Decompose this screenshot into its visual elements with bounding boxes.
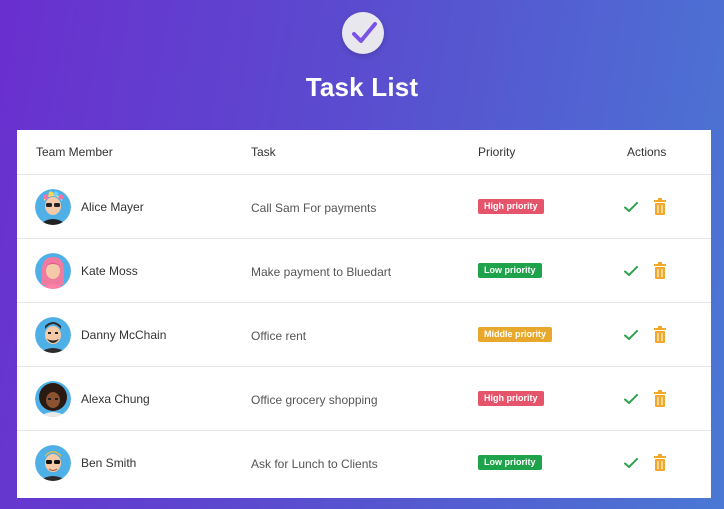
task-text: Office grocery shopping	[251, 393, 378, 407]
delete-icon[interactable]	[653, 198, 667, 215]
delete-icon[interactable]	[653, 262, 667, 279]
table-row: Alexa Chung Office grocery shopping High…	[17, 367, 711, 431]
avatar	[35, 189, 71, 225]
app-logo	[342, 12, 384, 54]
priority-badge: High priority	[478, 391, 544, 406]
delete-icon[interactable]	[653, 390, 667, 407]
task-table: Team Member Task Priority Actions Alice …	[17, 130, 711, 498]
table-row: Danny McChain Office rent Middle priorit…	[17, 303, 711, 367]
task-text: Call Sam For payments	[251, 201, 377, 215]
header-task: Task	[251, 145, 276, 159]
header-team-member: Team Member	[36, 145, 113, 159]
member-name: Alice Mayer	[81, 200, 144, 214]
priority-badge: High priority	[478, 199, 544, 214]
member-name: Kate Moss	[81, 264, 138, 278]
table-row: Ben Smith Ask for Lunch to Clients Low p…	[17, 431, 711, 495]
avatar	[35, 253, 71, 289]
avatar	[35, 381, 71, 417]
header-priority: Priority	[478, 145, 516, 159]
avatar	[35, 317, 71, 353]
check-circle-icon	[352, 22, 377, 43]
priority-badge: Low priority	[478, 263, 542, 278]
page-title: Task List	[305, 72, 419, 102]
delete-icon[interactable]	[653, 454, 667, 471]
complete-icon[interactable]	[623, 263, 639, 279]
member-name: Ben Smith	[81, 456, 137, 470]
table-header: Team Member Task Priority Actions	[17, 130, 711, 175]
task-text: Office rent	[251, 329, 307, 343]
task-text: Make payment to Bluedart	[251, 265, 392, 279]
task-text: Ask for Lunch to Clients	[251, 457, 378, 471]
priority-badge: Low priority	[478, 455, 542, 470]
priority-badge: Middle priority	[478, 327, 553, 342]
member-name: Alexa Chung	[81, 392, 150, 406]
complete-icon[interactable]	[623, 455, 639, 471]
table-row: Kate Moss Make payment to Bluedart Low p…	[17, 239, 711, 303]
complete-icon[interactable]	[623, 391, 639, 407]
header-actions: Actions	[627, 145, 667, 159]
complete-icon[interactable]	[623, 327, 639, 343]
complete-icon[interactable]	[623, 199, 639, 215]
table-row: Alice Mayer Call Sam For payments High p…	[17, 175, 711, 239]
delete-icon[interactable]	[653, 326, 667, 343]
member-name: Danny McChain	[81, 328, 167, 342]
avatar	[35, 445, 71, 481]
